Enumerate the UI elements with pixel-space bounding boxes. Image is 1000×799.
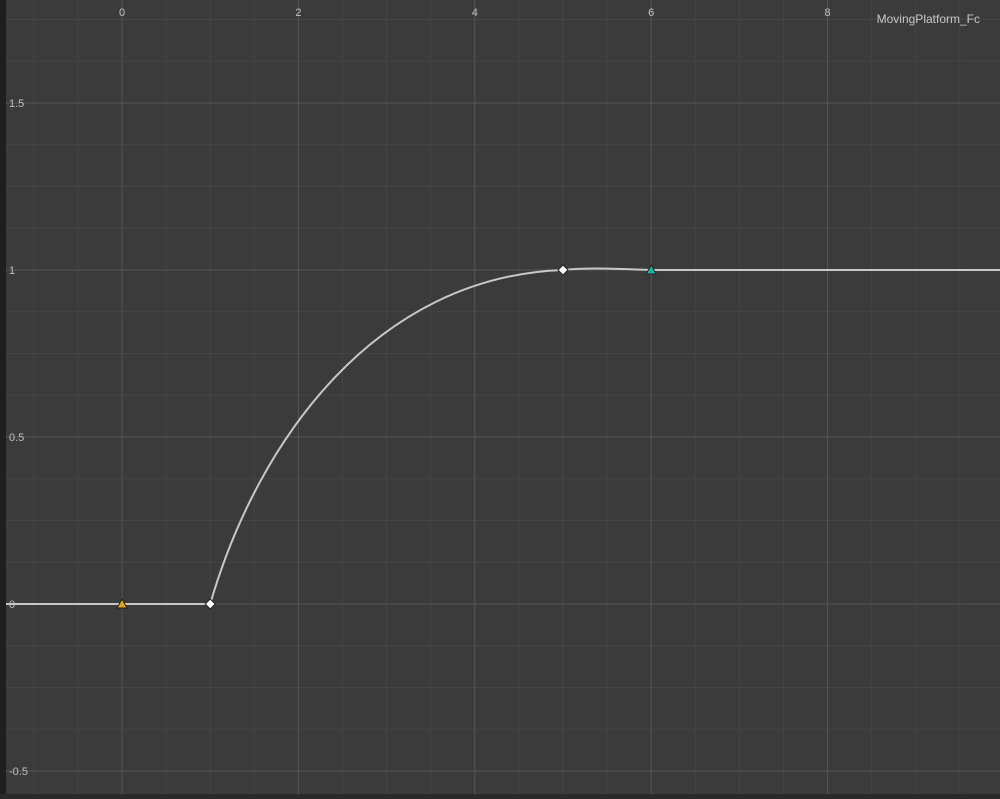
y-tick-label: 1 — [9, 265, 15, 277]
curve-key-diamond[interactable] — [204, 598, 216, 610]
y-tick-label: 1.5 — [9, 98, 24, 110]
curve-name-label: MovingPlatform_Fc — [876, 12, 980, 26]
x-tick-label: 0 — [119, 7, 125, 19]
x-tick-label: 2 — [295, 7, 301, 19]
x-tick-label: 4 — [472, 7, 478, 19]
y-tick-label: 0.5 — [9, 432, 24, 444]
major-grid — [6, 0, 1000, 794]
curve-key-diamond[interactable] — [557, 264, 569, 276]
x-axis-tick-labels: 0 2 4 6 8 — [119, 7, 831, 19]
panel-left-border — [0, 0, 6, 794]
x-tick-label: 6 — [648, 7, 654, 19]
curve-editor-panel[interactable]: 0 2 4 6 8 1.5 1 0.5 0 -0.5 MovingPlatform_Fc — [0, 0, 1000, 794]
curve-graph[interactable]: 0 2 4 6 8 1.5 1 0.5 0 -0.5 — [0, 0, 1000, 794]
animation-curve[interactable] — [6, 267, 1000, 605]
y-axis-tick-labels: 1.510.50-0.5 — [9, 98, 28, 778]
x-tick-label: 8 — [825, 7, 831, 19]
minor-grid — [6, 0, 1000, 794]
y-tick-label: -0.5 — [9, 766, 28, 778]
